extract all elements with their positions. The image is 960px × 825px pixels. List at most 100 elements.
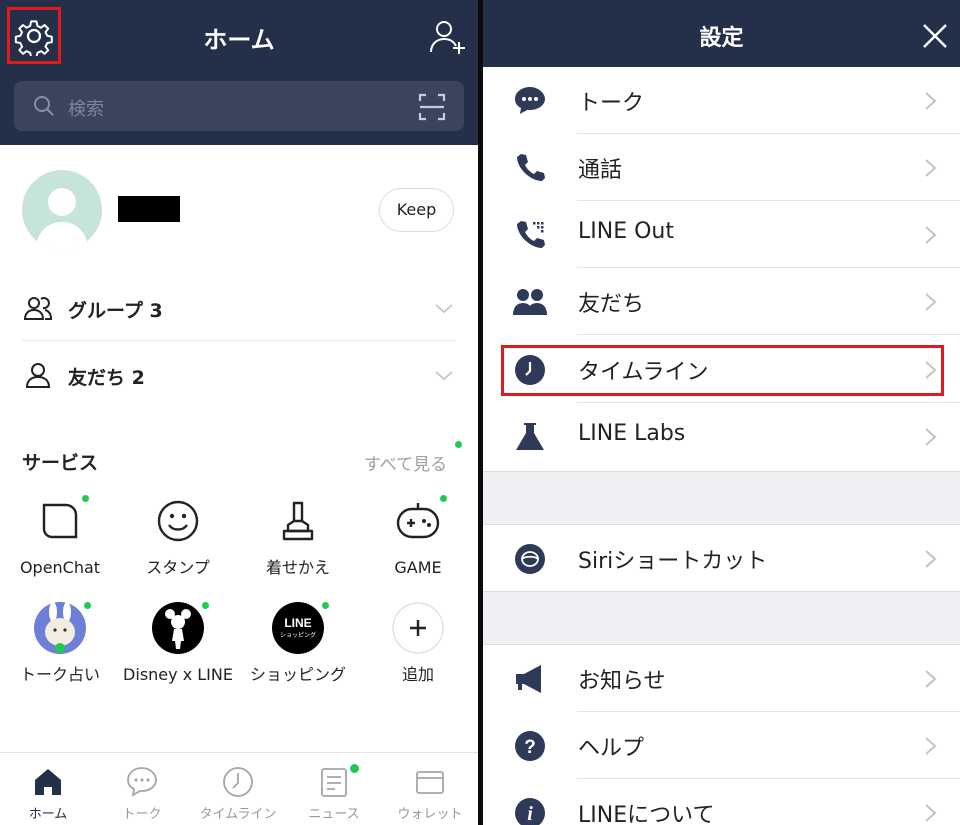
keep-button[interactable]: Keep [379,188,454,232]
shopping-logo-line1: LINE [284,616,311,630]
settings-row-line-labs[interactable]: LINE Labs [483,403,960,470]
close-icon [923,24,947,48]
chevron-right-icon [925,670,937,688]
settings-row-label: 通話 [578,158,623,183]
settings-row-label: LINE Out [578,219,674,244]
settings-row-label: トーク [578,91,645,116]
disney-icon [152,602,204,654]
profile-name-redacted [118,196,180,222]
nav-label: タイムライン [199,807,277,822]
settings-row-line-out[interactable]: LINE Out [483,201,960,268]
service-stamp[interactable]: スタンプ [118,495,238,579]
fortune-icon [34,602,86,654]
service-fortune[interactable]: トーク占い [0,602,120,686]
new-badge [440,495,447,502]
add-friend-button[interactable] [428,18,468,56]
nav-news[interactable]: ニュース [286,753,382,825]
group-icon [24,297,52,320]
service-label: スタンプ [146,558,210,577]
default-avatar-icon [36,188,88,250]
settings-screen: 設定 トーク 通話 LINE Out 友だち タイムライン LINE Labs … [483,0,960,825]
settings-row-label: LINE Labs [578,421,686,446]
home-screen: ホーム 検索 Keep グループ 3 友だち 2 サービス すべて見る Open… [0,0,478,825]
page-title: ホーム [203,26,275,54]
nav-home[interactable]: ホーム [0,753,96,825]
scan-icon[interactable] [418,93,446,121]
settings-row-label: Siriショートカット [578,549,768,574]
flask-icon [516,423,544,450]
service-label: Disney x LINE [123,665,233,684]
divider [577,334,960,335]
service-game[interactable]: GAME [358,495,478,579]
page-title: 設定 [699,26,744,51]
service-label: ショッピング [249,665,346,684]
settings-row-siri[interactable]: Siriショートカット [483,525,960,592]
settings-row-friends[interactable]: 友だち [483,268,960,335]
chat-bubble-icon [515,87,545,114]
friends-label: 友だち 2 [68,367,145,389]
service-add[interactable]: 追加 [358,602,478,686]
smile-icon [157,500,199,542]
chevron-down-icon [435,371,453,381]
groups-row[interactable]: グループ 3 [22,274,456,340]
settings-row-about[interactable]: i LINEについて [483,779,960,825]
svg-text:?: ? [524,737,536,758]
settings-row-label: LINEについて [578,803,715,825]
phone-out-icon [517,221,545,248]
new-badge [350,764,359,773]
timeline-highlight-box [501,345,944,396]
home-icon [35,769,61,795]
see-all-link[interactable]: すべて見る [364,450,447,475]
nav-talk[interactable]: トーク [94,753,190,825]
service-label: OpenChat [19,558,101,577]
chevron-right-icon [925,293,937,311]
openchat-icon [42,503,78,539]
clock-icon [223,767,253,797]
person-icon [25,363,51,388]
chevron-right-icon [925,737,937,755]
shopping-icon: LINE ショッピング [272,602,324,654]
settings-row-talk[interactable]: トーク [483,67,960,134]
chevron-right-icon [925,92,937,110]
nav-label: ホーム [28,807,68,822]
service-disney[interactable]: Disney x LINE [118,602,238,686]
groups-label: グループ 3 [68,300,163,322]
add-user-icon [430,21,465,54]
service-shopping[interactable]: LINE ショッピング ショッピング [238,602,358,686]
service-openchat[interactable]: OpenChat [0,495,120,579]
plus-icon [392,602,444,654]
search-icon [34,96,54,116]
brush-icon [282,501,314,541]
service-theme[interactable]: 着せかえ [238,495,358,579]
siri-icon [515,544,545,574]
nav-wallet[interactable]: ウォレット [382,753,478,825]
megaphone-icon [516,665,541,693]
shopping-logo-line2: ショッピング [280,631,316,639]
settings-row-notices[interactable]: お知らせ [483,645,960,712]
friends-row[interactable]: 友だち 2 [22,341,456,407]
bottom-nav: ホーム トーク タイムライン ニュース ウォレット [0,752,478,825]
settings-row-label: 友だち [578,292,645,317]
help-icon: ? [515,731,545,761]
chevron-right-icon [925,428,937,446]
new-badge [202,602,209,609]
chevron-right-icon [925,804,937,822]
settings-header: 設定 [483,0,960,69]
settings-row-call[interactable]: 通話 [483,134,960,201]
service-label: GAME [394,558,442,577]
section-gap [483,471,960,525]
phone-icon [517,154,545,181]
service-label: 着せかえ [265,558,330,577]
avatar[interactable] [22,170,102,250]
service-label: 追加 [401,665,434,684]
chevron-right-icon [925,159,937,177]
settings-row-label: お知らせ [578,669,666,694]
settings-row-help[interactable]: ? ヘルプ [483,712,960,779]
info-icon: i [515,798,545,825]
services-title: サービス [22,452,99,474]
chat-icon [127,767,157,797]
close-button[interactable] [921,22,949,50]
nav-timeline[interactable]: タイムライン [190,753,286,825]
search-input[interactable]: 検索 [14,81,464,131]
friends-icon [513,289,547,315]
